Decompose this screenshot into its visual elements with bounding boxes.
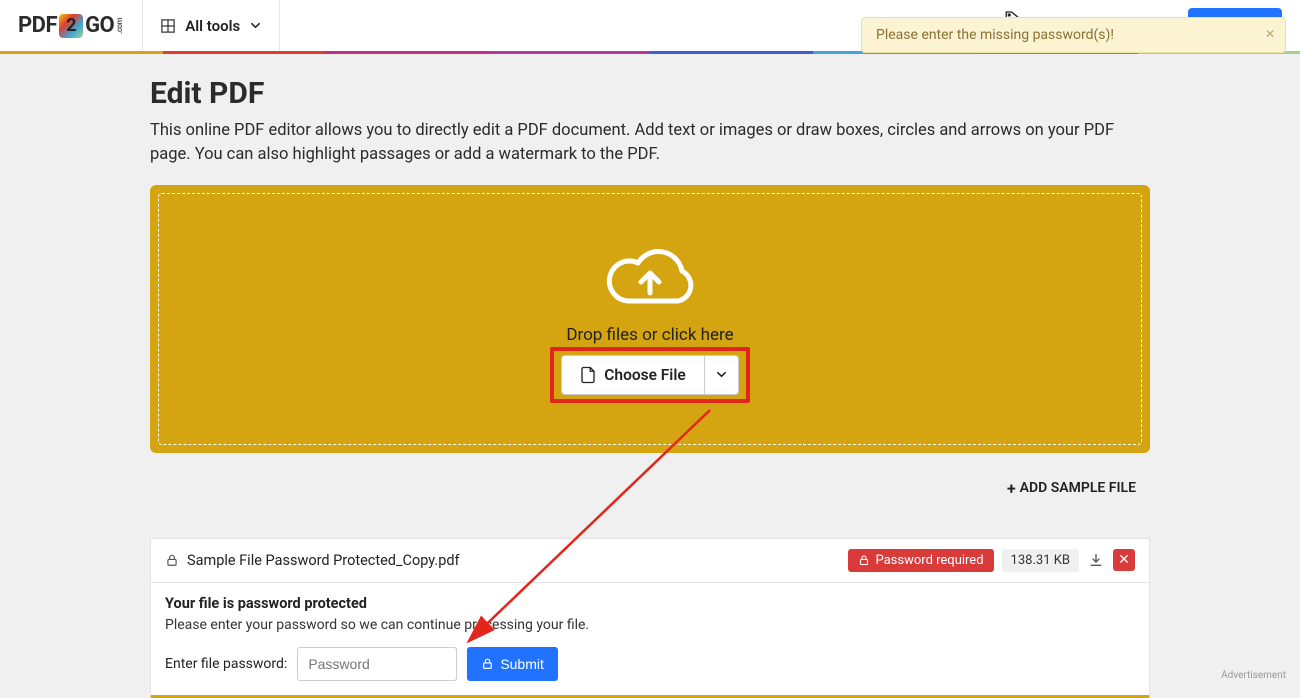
dropzone-text: Drop files or click here bbox=[566, 325, 733, 345]
divider bbox=[279, 0, 280, 51]
password-required-label: Password required bbox=[875, 553, 983, 568]
password-required-badge: Password required bbox=[848, 549, 993, 572]
submit-button[interactable]: Submit bbox=[467, 647, 558, 681]
logo-two: 2 bbox=[59, 14, 83, 38]
add-sample-row: + ADD SAMPLE FILE bbox=[150, 469, 1150, 508]
add-sample-button[interactable]: + ADD SAMPLE FILE bbox=[993, 469, 1150, 508]
dropzone-inner: Drop files or click here Choose File bbox=[158, 193, 1142, 445]
page-subtitle: This online PDF editor allows you to dir… bbox=[150, 119, 1150, 167]
cloud-upload-icon bbox=[600, 243, 700, 315]
toast-warning: Please enter the missing password(s)! ✕ bbox=[861, 17, 1286, 53]
divider bbox=[142, 0, 143, 51]
choose-file-button-group: Choose File bbox=[561, 355, 738, 395]
choose-file-dropdown[interactable] bbox=[704, 356, 738, 394]
lock-icon bbox=[858, 554, 870, 566]
add-sample-label: ADD SAMPLE FILE bbox=[1020, 480, 1136, 496]
password-label: Enter file password: bbox=[165, 656, 287, 672]
chevron-down-icon bbox=[250, 20, 261, 31]
download-icon bbox=[1088, 552, 1104, 568]
file-name-wrap: Sample File Password Protected_Copy.pdf bbox=[165, 552, 460, 569]
file-header-row: Sample File Password Protected_Copy.pdf … bbox=[151, 539, 1149, 583]
advertisement-label: Advertisement bbox=[1221, 670, 1286, 681]
logo-com: .com bbox=[115, 18, 124, 34]
dropzone[interactable]: Drop files or click here Choose File bbox=[150, 185, 1150, 453]
password-protected-title: Your file is password protected bbox=[165, 595, 1135, 612]
close-icon: ✕ bbox=[1118, 552, 1130, 568]
logo-pdf: PDF bbox=[18, 13, 57, 38]
file-name: Sample File Password Protected_Copy.pdf bbox=[187, 552, 460, 569]
chevron-down-icon bbox=[716, 369, 727, 380]
lock-icon bbox=[481, 657, 494, 670]
file-card: Sample File Password Protected_Copy.pdf … bbox=[150, 538, 1150, 698]
toast-close-button[interactable]: ✕ bbox=[1265, 27, 1275, 41]
all-tools-menu[interactable]: All tools bbox=[161, 17, 261, 35]
toast-message: Please enter the missing password(s)! bbox=[876, 27, 1114, 43]
password-protected-subtitle: Please enter your password so we can con… bbox=[165, 617, 1135, 633]
password-row: Enter file password: Submit bbox=[165, 647, 1135, 681]
file-right: Password required 138.31 KB ✕ bbox=[848, 549, 1135, 572]
submit-label: Submit bbox=[500, 656, 544, 672]
main-content: Edit PDF This online PDF editor allows y… bbox=[150, 76, 1150, 698]
file-size: 138.31 KB bbox=[1002, 549, 1079, 572]
download-button[interactable] bbox=[1087, 551, 1105, 569]
logo[interactable]: PDF 2 GO .com bbox=[18, 13, 124, 38]
choose-file-button[interactable]: Choose File bbox=[562, 356, 703, 394]
plus-icon: + bbox=[1007, 479, 1016, 498]
all-tools-label: All tools bbox=[185, 17, 240, 35]
delete-button[interactable]: ✕ bbox=[1113, 549, 1135, 571]
grid-icon bbox=[161, 19, 175, 33]
password-input[interactable] bbox=[297, 647, 457, 681]
logo-go: GO bbox=[85, 13, 114, 38]
file-body: Your file is password protected Please e… bbox=[151, 583, 1149, 695]
file-plus-icon bbox=[580, 366, 596, 384]
page-title: Edit PDF bbox=[150, 76, 1150, 111]
choose-file-label: Choose File bbox=[604, 366, 685, 384]
lock-icon bbox=[165, 553, 179, 567]
